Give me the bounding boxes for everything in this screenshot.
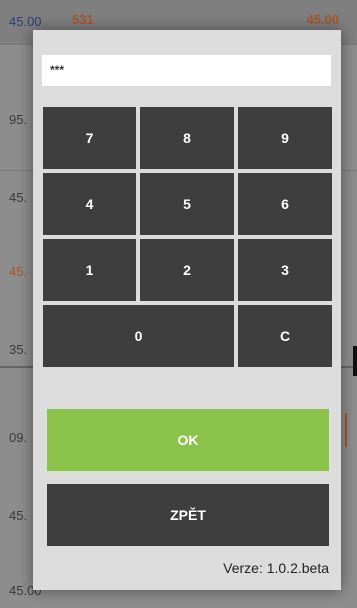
bg-value-top-left: 45.00 — [9, 14, 42, 29]
back-button[interactable]: ZPĚT — [47, 484, 329, 546]
bg-marker — [353, 346, 357, 376]
ok-button[interactable]: OK — [47, 409, 329, 471]
bg-row-value: 45. — [9, 190, 28, 205]
key-3[interactable]: 3 — [238, 239, 332, 301]
bg-value-top-right: 45.00 — [306, 12, 339, 27]
key-6[interactable]: 6 — [238, 173, 332, 235]
bg-row-value: 09. — [9, 430, 28, 445]
key-1[interactable]: 1 — [43, 239, 136, 301]
bg-row-value: 95. — [9, 112, 28, 127]
version-label: Verze: 1.0.2.beta — [223, 560, 329, 576]
clear-button[interactable]: C — [238, 305, 332, 367]
bg-row-value: 45. — [9, 508, 28, 523]
key-7[interactable]: 7 — [43, 107, 136, 169]
key-9[interactable]: 9 — [238, 107, 332, 169]
bg-marker — [345, 413, 347, 447]
key-2[interactable]: 2 — [140, 239, 234, 301]
pin-input[interactable]: *** — [42, 55, 331, 86]
key-5[interactable]: 5 — [140, 173, 234, 235]
bg-row-value: 45. — [9, 264, 28, 279]
bg-value-top-middle: 531 — [72, 12, 94, 27]
pin-dialog: *** 7 8 9 4 5 6 1 2 3 0 C OK ZPĚT Verze:… — [33, 30, 341, 590]
bg-row-value: 35. — [9, 342, 28, 357]
key-8[interactable]: 8 — [140, 107, 234, 169]
key-0[interactable]: 0 — [43, 305, 234, 367]
key-4[interactable]: 4 — [43, 173, 136, 235]
